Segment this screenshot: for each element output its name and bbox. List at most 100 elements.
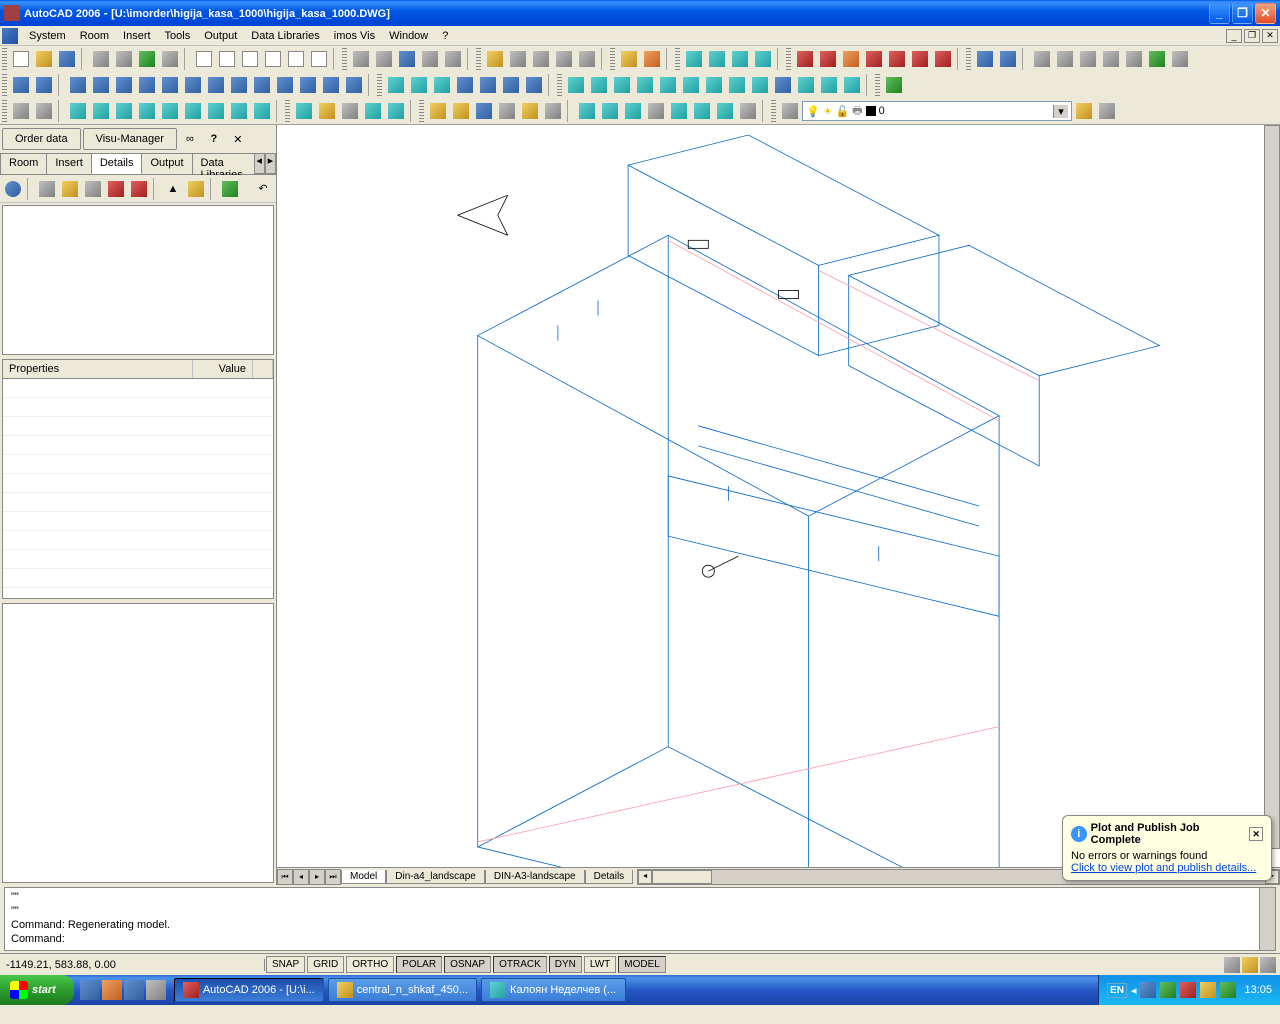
tool-e4[interactable]: [645, 100, 667, 122]
balloon-details-link[interactable]: Click to view plot and publish details..…: [1071, 862, 1263, 874]
menu-data-libraries[interactable]: Data Libraries: [244, 28, 326, 44]
tray-icon-5[interactable]: [1220, 982, 1236, 998]
tool-globe[interactable]: [396, 48, 418, 70]
tab-nav-first[interactable]: ⏮: [277, 869, 293, 885]
minimize-button[interactable]: _: [1209, 3, 1230, 24]
tray-icon-4[interactable]: [1200, 982, 1216, 998]
ptool-4[interactable]: [105, 178, 127, 200]
tool-text[interactable]: [1169, 48, 1191, 70]
tool-cube2[interactable]: [373, 48, 395, 70]
menu-tools[interactable]: Tools: [158, 28, 198, 44]
link-icon[interactable]: ∞: [179, 128, 201, 150]
tool-ucs9[interactable]: [205, 74, 227, 96]
ptool-2[interactable]: [59, 178, 81, 200]
tool-new[interactable]: [10, 48, 32, 70]
menu-help[interactable]: ?: [435, 28, 455, 44]
tab-scroll-right[interactable]: ▸: [265, 153, 276, 174]
tool-c3[interactable]: [113, 100, 135, 122]
menu-imos-vis[interactable]: imos Vis: [327, 28, 382, 44]
tool-ucs4[interactable]: [90, 74, 112, 96]
tray-icon-3[interactable]: [1180, 982, 1196, 998]
tool-c8[interactable]: [228, 100, 250, 122]
ptool-up[interactable]: ▲: [162, 178, 184, 200]
tool-print[interactable]: [1077, 48, 1099, 70]
tool-solid5[interactable]: [477, 74, 499, 96]
tool-box3[interactable]: [136, 48, 158, 70]
tool-shade2[interactable]: [450, 100, 472, 122]
tool-red5[interactable]: [909, 48, 931, 70]
maximize-button[interactable]: ❐: [1232, 3, 1253, 24]
tool-page5[interactable]: [285, 48, 307, 70]
tool-undo[interactable]: [974, 48, 996, 70]
tool-view13[interactable]: [841, 74, 863, 96]
tool-solid1[interactable]: [385, 74, 407, 96]
tray-icon-2[interactable]: [1160, 982, 1176, 998]
menu-window[interactable]: Window: [382, 28, 435, 44]
status-tray-icon-2[interactable]: [1242, 957, 1258, 973]
toggle-model[interactable]: MODEL: [618, 956, 666, 973]
tool-shade3[interactable]: [473, 100, 495, 122]
tool-solid4[interactable]: [454, 74, 476, 96]
tool-c9[interactable]: [251, 100, 273, 122]
tool-block4[interactable]: [752, 48, 774, 70]
system-menu-icon[interactable]: [2, 28, 18, 44]
quicklaunch-2[interactable]: [102, 980, 122, 1000]
tool-world[interactable]: [1146, 48, 1168, 70]
tool-orbit[interactable]: [883, 74, 905, 96]
tool-c6[interactable]: [182, 100, 204, 122]
tool-line[interactable]: [530, 48, 552, 70]
tool-ring2[interactable]: [33, 100, 55, 122]
tool-ring1[interactable]: [10, 100, 32, 122]
toggle-ortho[interactable]: ORTHO: [346, 956, 394, 973]
status-tray-icon-1[interactable]: [1224, 957, 1240, 973]
layout-tab-model[interactable]: Model: [341, 870, 386, 884]
tool-c5[interactable]: [159, 100, 181, 122]
tool-ucs7[interactable]: [159, 74, 181, 96]
order-data-button[interactable]: Order data: [2, 128, 81, 150]
tool-bulb[interactable]: [618, 48, 640, 70]
tool-d4[interactable]: [362, 100, 384, 122]
tab-scroll-left[interactable]: ◂: [254, 153, 265, 174]
help-icon[interactable]: ?: [203, 128, 225, 150]
tool-box1[interactable]: [90, 48, 112, 70]
model-viewport[interactable]: [277, 125, 1280, 867]
ptool-3[interactable]: [82, 178, 104, 200]
tool-e8[interactable]: [737, 100, 759, 122]
tool-c4[interactable]: [136, 100, 158, 122]
tool-red3[interactable]: [863, 48, 885, 70]
tool-box2[interactable]: [113, 48, 135, 70]
tool-red2[interactable]: [817, 48, 839, 70]
tool-ucs8[interactable]: [182, 74, 204, 96]
tab-nav-last[interactable]: ⏭: [325, 869, 341, 885]
properties-grid[interactable]: Properties Value: [2, 359, 274, 599]
tool-view10[interactable]: [772, 74, 794, 96]
quicklaunch-1[interactable]: [80, 980, 100, 1000]
tab-nav-prev[interactable]: ◂: [293, 869, 309, 885]
tool-view1[interactable]: [565, 74, 587, 96]
cmd-scrollbar[interactable]: [1259, 888, 1275, 950]
tray-expand-icon[interactable]: ◂: [1131, 984, 1137, 997]
mdi-restore[interactable]: ❐: [1244, 29, 1260, 43]
tool-red4[interactable]: [886, 48, 908, 70]
tool-view3[interactable]: [611, 74, 633, 96]
balloon-close-button[interactable]: ✕: [1249, 827, 1263, 841]
menu-system[interactable]: System: [22, 28, 73, 44]
tool-pan[interactable]: [1054, 48, 1076, 70]
mdi-minimize[interactable]: _: [1226, 29, 1242, 43]
ptool-1[interactable]: [36, 178, 58, 200]
tool-view11[interactable]: [795, 74, 817, 96]
tool-e2[interactable]: [599, 100, 621, 122]
tool-e5[interactable]: [668, 100, 690, 122]
tool-lamp[interactable]: [641, 48, 663, 70]
ptool-bulb[interactable]: [185, 178, 207, 200]
toggle-grid[interactable]: GRID: [307, 956, 344, 973]
tool-c1[interactable]: [67, 100, 89, 122]
tool-shade4[interactable]: [496, 100, 518, 122]
tool-brush[interactable]: [507, 48, 529, 70]
tool-view7[interactable]: [703, 74, 725, 96]
close-button[interactable]: ✕: [1255, 3, 1276, 24]
mdi-close[interactable]: ✕: [1262, 29, 1278, 43]
tool-view5[interactable]: [657, 74, 679, 96]
tool-layer-ic[interactable]: [779, 100, 801, 122]
visu-manager-button[interactable]: Visu-Manager: [83, 128, 177, 150]
